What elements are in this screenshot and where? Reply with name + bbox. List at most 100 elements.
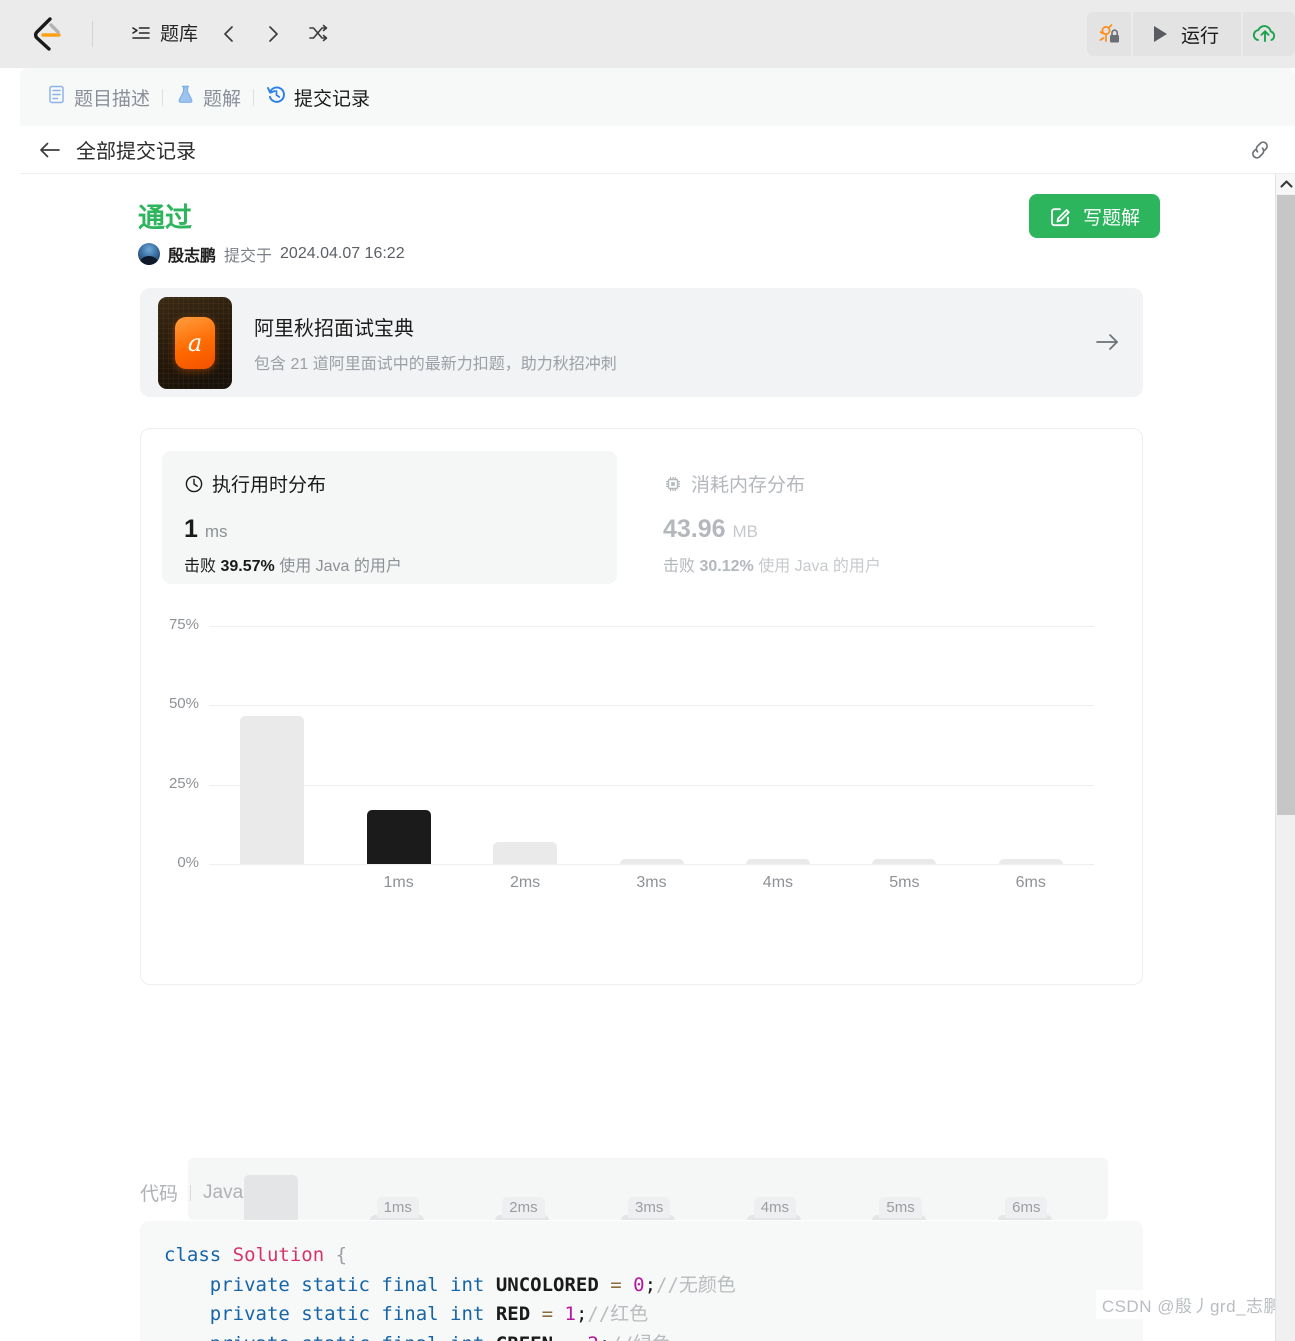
submissions-subheader: 全部提交记录 xyxy=(20,126,1295,174)
promo-arrow-button[interactable] xyxy=(1093,330,1121,359)
scroll-up-button[interactable] xyxy=(1276,174,1295,194)
chart-bar[interactable] xyxy=(240,716,305,864)
chart-overview-brush[interactable]: 1ms 2ms 3ms 4ms 5ms 6ms xyxy=(188,1158,1108,1220)
tab-submissions[interactable]: 提交记录 xyxy=(254,80,382,115)
chart-x-tick-label: 2ms xyxy=(509,874,541,891)
promo-subtitle: 包含 21 道阿里面试中的最新力扣题，助力秋招冲刺 xyxy=(254,355,617,373)
code-language: Java xyxy=(203,1181,244,1203)
debug-button[interactable] xyxy=(1086,12,1131,56)
history-icon xyxy=(266,84,287,111)
problems-nav-label: 题库 xyxy=(160,23,199,45)
tab-problem-description-label: 题目描述 xyxy=(74,88,151,110)
top-navigation-bar: 题库 运行 xyxy=(0,0,1295,68)
runtime-beat-prefix: 击败 xyxy=(184,558,217,575)
memory-tile-title: 消耗内存分布 xyxy=(691,475,806,496)
chart-x-tick-label: 5ms xyxy=(889,874,920,891)
memory-tile[interactable]: 消耗内存分布 43.96 MB 击败 30.12% 使用 Java 的用户 xyxy=(641,451,1096,584)
promo-banner[interactable]: a 阿里秋招面试宝典 包含 21 道阿里面试中的最新力扣题，助力秋招冲刺 xyxy=(140,288,1143,397)
runtime-value: 1 xyxy=(184,515,198,543)
copy-link-button[interactable] xyxy=(1247,137,1273,168)
brush-x-tick-label: 6ms xyxy=(1005,1197,1048,1218)
random-problem-button[interactable] xyxy=(295,17,341,51)
prev-problem-button[interactable] xyxy=(207,18,251,50)
submission-meta: 殷志鹏 提交于 2024.04.07 16:22 xyxy=(138,242,405,266)
promo-thumbnail: a xyxy=(158,296,232,389)
chart-x-tick-label: 3ms xyxy=(636,874,667,891)
code-line: class Solution { xyxy=(164,1244,348,1266)
chart-bar[interactable] xyxy=(998,859,1063,864)
cloud-upload-icon xyxy=(1252,25,1276,42)
run-button-label: 运行 xyxy=(1180,25,1219,47)
brush-x-tick-label: 4ms xyxy=(753,1197,797,1218)
leetcode-logo-icon xyxy=(34,17,61,51)
memory-beat: 击败 30.12% 使用 Java 的用户 xyxy=(663,552,1074,576)
avatar[interactable] xyxy=(138,243,160,265)
nav-divider xyxy=(92,21,93,47)
chart-gridline xyxy=(209,705,1094,707)
runtime-beat-suffix: 使用 Java 的用户 xyxy=(279,558,402,575)
submit-button[interactable] xyxy=(1243,12,1295,56)
chip-icon xyxy=(666,476,680,491)
write-solution-label: 写题解 xyxy=(1082,207,1140,229)
runtime-tile[interactable]: 执行用时分布 1 ms 击败 39.57% 使用 Java 的用户 xyxy=(162,451,617,584)
memory-beat-pct: 30.12% xyxy=(699,558,754,575)
chart-bar[interactable] xyxy=(745,859,810,864)
runtime-value-row: 1 ms xyxy=(184,515,595,544)
memory-beat-prefix: 击败 xyxy=(663,558,696,575)
chart-y-tick-label: 25% xyxy=(168,774,199,792)
code-line: private static final int RED = 1;//红色 xyxy=(209,1303,649,1325)
shuffle-icon xyxy=(309,24,328,42)
scrollbar-thumb[interactable] xyxy=(1277,195,1295,815)
submission-detail-content: 通过 殷志鹏 提交于 2024.04.07 16:22 写题解 a 阿里秋招面试… xyxy=(20,174,1268,1341)
memory-beat-suffix: 使用 Java 的用户 xyxy=(758,558,881,575)
run-button[interactable]: 运行 xyxy=(1132,12,1241,56)
code-line: private static final int UNCOLORED = 0;/… xyxy=(209,1273,736,1296)
document-icon xyxy=(46,84,67,111)
chart-bar[interactable] xyxy=(366,810,431,864)
promo-text: 阿里秋招面试宝典 包含 21 道阿里面试中的最新力扣题，助力秋招冲刺 xyxy=(254,312,617,374)
link-icon xyxy=(1252,141,1268,159)
runtime-tile-head: 执行用时分布 xyxy=(184,470,595,497)
verdict-status: 通过 xyxy=(138,203,192,233)
content-tabs: 题目描述 题解 提交记录 xyxy=(20,68,1295,126)
arrow-right-icon xyxy=(1096,334,1118,350)
code-block[interactable]: class Solution { private static final in… xyxy=(140,1221,1143,1341)
problems-nav-button[interactable]: 题库 xyxy=(121,17,207,51)
leetcode-logo[interactable] xyxy=(0,16,92,52)
chevron-left-icon xyxy=(224,26,233,42)
submitted-prefix: 提交于 xyxy=(224,248,273,265)
chart-bar[interactable] xyxy=(493,841,558,864)
memory-unit: MB xyxy=(732,522,759,541)
submission-username[interactable]: 殷志鹏 xyxy=(168,242,216,266)
chart-gridline xyxy=(209,626,1094,627)
next-problem-button[interactable] xyxy=(251,18,295,50)
code-header-separator xyxy=(190,1184,192,1201)
promo-title: 阿里秋招面试宝典 xyxy=(254,317,414,340)
chart-gridline xyxy=(209,784,1094,786)
watermark: CSDN @殷丿grd_志鹏 xyxy=(1095,1290,1287,1319)
tab-submissions-label: 提交记录 xyxy=(294,88,371,110)
back-button[interactable] xyxy=(38,139,62,161)
chevron-right-icon xyxy=(269,26,278,42)
list-icon xyxy=(130,23,152,45)
tab-solutions-label: 题解 xyxy=(203,88,242,110)
chart-y-tick-label: 0% xyxy=(177,854,199,871)
tab-solutions[interactable]: 题解 xyxy=(163,80,253,115)
code-label: 代码 xyxy=(140,1184,179,1205)
memory-value: 43.96 xyxy=(663,515,726,543)
chart-bar[interactable] xyxy=(619,859,684,864)
brush-x-tick-label: 3ms xyxy=(628,1197,671,1218)
runtime-tile-title: 执行用时分布 xyxy=(212,475,327,496)
runtime-beat: 击败 39.57% 使用 Java 的用户 xyxy=(184,552,595,576)
chart-x-tick-label: 6ms xyxy=(1015,874,1046,891)
chart-bar[interactable] xyxy=(872,859,937,864)
clock-icon xyxy=(185,475,203,492)
brush-x-tick-label: 1ms xyxy=(376,1197,419,1218)
tab-problem-description[interactable]: 题目描述 xyxy=(34,80,162,115)
stats-card: 执行用时分布 1 ms 击败 39.57% 使用 Java 的用户 消耗内存分布… xyxy=(140,428,1144,1220)
vertical-scrollbar[interactable] xyxy=(1275,174,1295,1341)
brush-bar xyxy=(243,1175,298,1220)
write-solution-button[interactable]: 写题解 xyxy=(1028,194,1160,238)
runtime-distribution-chart[interactable]: 75% 50% 25% 0% 1ms 2ms 3ms 4ms 5ms 6ms xyxy=(141,609,1144,909)
brush-x-tick-label: 2ms xyxy=(502,1197,545,1218)
